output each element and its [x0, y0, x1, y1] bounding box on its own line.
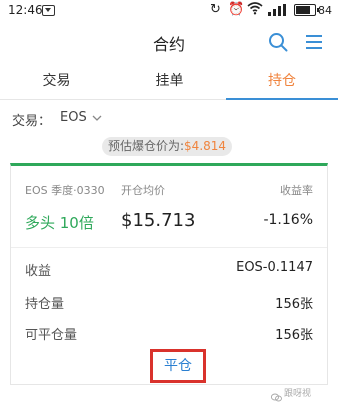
yield-label: 收益率 — [280, 184, 313, 197]
pnl-label: 收益 — [25, 264, 52, 279]
trade-value[interactable]: EOS — [60, 110, 87, 125]
wifi-icon — [247, 1, 263, 19]
tab-trade[interactable]: 交易 — [0, 62, 113, 100]
tab-bar: 交易 挂单 持仓 — [0, 62, 338, 100]
position-direction: 多头 10倍 — [25, 214, 94, 232]
chevron-down-icon[interactable] — [92, 112, 102, 122]
liquidation-label: 预估爆仓价为: — [108, 139, 185, 153]
alarm-icon: ⏰ — [228, 2, 245, 17]
app-header: 合约 — [0, 22, 338, 62]
avg-price-label: 开仓均价 — [121, 184, 165, 197]
liquidation-price: $4.814 — [184, 139, 227, 153]
battery-icon — [294, 4, 319, 16]
notification-icon — [42, 5, 55, 16]
tab-orders[interactable]: 挂单 — [113, 62, 226, 100]
signal-icon — [268, 4, 288, 16]
status-bar: 12:46 ↻ ⏰ 84 — [0, 0, 338, 22]
pnl-value: EOS-0.1147 — [236, 260, 313, 275]
tab-positions[interactable]: 持仓 — [226, 62, 338, 100]
closable-value: 156张 — [275, 328, 313, 343]
search-icon[interactable] — [268, 32, 288, 52]
watermark-text: 跟呀视 — [284, 389, 312, 399]
avg-price-value: $15.713 — [121, 210, 196, 231]
contract-name: EOS 季度·0330 — [25, 184, 105, 197]
liquidation-price-badge: 预估爆仓价为:$4.814 — [102, 137, 233, 156]
holding-label: 持仓量 — [25, 297, 65, 312]
yield-value: -1.16% — [263, 212, 313, 228]
sync-icon: ↻ — [210, 2, 221, 17]
status-time: 12:46 — [8, 3, 43, 17]
wechat-icon — [270, 387, 282, 402]
battery-level: 84 — [318, 4, 332, 17]
menu-icon[interactable] — [305, 33, 323, 51]
closable-label: 可平仓量 — [25, 328, 78, 343]
card-divider — [11, 247, 327, 248]
holding-value: 156张 — [275, 297, 313, 312]
position-card: EOS 季度·0330 开仓均价 收益率 多头 10倍 $15.713 -1.1… — [10, 163, 328, 385]
trade-label: 交易： — [12, 114, 52, 129]
close-position-button[interactable]: 平仓 — [150, 349, 206, 383]
